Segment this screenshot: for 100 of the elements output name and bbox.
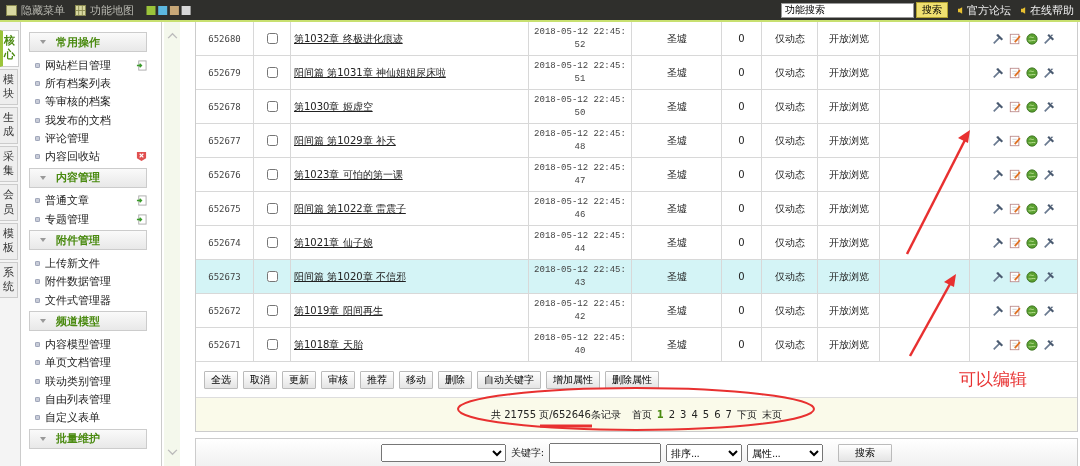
title-link[interactable]: 第1018章 天胎 bbox=[294, 337, 363, 352]
menu-group-title[interactable]: 常用操作 bbox=[56, 34, 100, 50]
row-checkbox[interactable] bbox=[266, 305, 278, 316]
page-link[interactable]: 下页 bbox=[736, 407, 757, 422]
menu-item[interactable]: 等审核的档案 bbox=[45, 94, 147, 110]
tools-icon[interactable] bbox=[992, 134, 1004, 147]
globe-icon[interactable] bbox=[1026, 100, 1038, 113]
table-row[interactable]: 652672 第1019章 阳间再生 2018-05-12 22:45:42 圣墟 0 仅动态 开放浏览 bbox=[196, 294, 1077, 328]
menu-item[interactable]: 所有档案列表 bbox=[45, 75, 147, 91]
table-row[interactable]: 652678 第1030章 姬虚空 2018-05-12 22:45:50 圣墟 0 仅动态 开放浏览 bbox=[196, 90, 1077, 124]
table-row[interactable]: 652673 阳间篇 第1020章 不信邪 2018-05-12 22:45:43 圣墟 0 仅动态 开放浏览 bbox=[196, 260, 1077, 294]
globe-icon[interactable] bbox=[1026, 134, 1038, 147]
edit-icon[interactable] bbox=[1009, 304, 1021, 317]
globe-icon[interactable] bbox=[1026, 32, 1038, 45]
tools-icon[interactable] bbox=[992, 202, 1004, 215]
menu-item[interactable]: 自由列表管理 bbox=[45, 391, 147, 407]
table-row[interactable]: 652677 阳间篇 第1029章 补天 2018-05-12 22:45:48 圣墟 0 仅动态 开放浏览 bbox=[196, 124, 1077, 158]
page-link[interactable]: 1 bbox=[656, 409, 664, 420]
page-link[interactable]: 7 bbox=[725, 409, 732, 420]
title-link[interactable]: 阳间篇 第1022章 雷震子 bbox=[294, 201, 406, 216]
menu-group-header[interactable]: 频道模型 bbox=[29, 311, 147, 332]
globe-icon[interactable] bbox=[1026, 270, 1038, 283]
title-link[interactable]: 第1023章 可怕的第一课 bbox=[294, 167, 403, 182]
action-button[interactable]: 推荐 bbox=[360, 370, 394, 389]
table-row[interactable]: 652671 第1018章 天胎 2018-05-12 22:45:40 圣墟 0 仅动态 开放浏览 bbox=[196, 328, 1077, 362]
title-link[interactable]: 阳间篇 第1020章 不信邪 bbox=[294, 269, 406, 284]
edit-icon[interactable] bbox=[1009, 100, 1021, 113]
action-button[interactable]: 自动关键字 bbox=[477, 370, 541, 389]
action-button[interactable]: 删除 bbox=[438, 370, 472, 389]
menu-group-title[interactable]: 批量维护 bbox=[56, 431, 100, 447]
side-tab[interactable]: 核心 bbox=[0, 30, 19, 67]
menu-item[interactable]: 附件数据管理 bbox=[45, 274, 147, 290]
tools-icon[interactable] bbox=[1043, 32, 1055, 45]
row-checkbox[interactable] bbox=[266, 169, 278, 180]
tools-icon[interactable] bbox=[1043, 134, 1055, 147]
menu-group-title[interactable]: 附件管理 bbox=[56, 232, 100, 248]
menu-item[interactable]: 普通文章 bbox=[45, 193, 136, 209]
title-link[interactable]: 阳间篇 第1031章 神仙姐姐尿床啦 bbox=[294, 65, 446, 80]
action-button[interactable]: 增加属性 bbox=[546, 370, 600, 389]
edit-icon[interactable] bbox=[1009, 66, 1021, 79]
edit-icon[interactable] bbox=[1009, 134, 1021, 147]
row-checkbox[interactable] bbox=[266, 33, 278, 44]
tools-icon[interactable] bbox=[1043, 270, 1055, 283]
tools-icon[interactable] bbox=[992, 338, 1004, 351]
row-checkbox[interactable] bbox=[266, 339, 278, 350]
menu-group-header[interactable]: 常用操作 bbox=[29, 32, 147, 52]
delete-icon[interactable] bbox=[136, 151, 147, 163]
menu-group-header[interactable]: 内容管理 bbox=[29, 167, 147, 188]
tools-icon[interactable] bbox=[992, 270, 1004, 283]
category-select[interactable] bbox=[380, 444, 506, 462]
function-search-field[interactable]: 功能搜索 bbox=[781, 2, 914, 18]
table-row[interactable]: 652674 第1021章 仙子娘 2018-05-12 22:45:44 圣墟 0 仅动态 开放浏览 bbox=[196, 226, 1077, 260]
tools-icon[interactable] bbox=[992, 100, 1004, 113]
action-button[interactable]: 移动 bbox=[399, 370, 433, 389]
title-link[interactable]: 第1030章 姬虚空 bbox=[294, 99, 373, 114]
menu-item[interactable]: 网站栏目管理 bbox=[45, 57, 136, 73]
table-row[interactable]: 652676 第1023章 可怕的第一课 2018-05-12 22:45:47 圣墟 0 仅动态 开放浏览 bbox=[196, 158, 1077, 192]
side-tab[interactable]: 模块 bbox=[0, 68, 18, 106]
title-link[interactable]: 第1019章 阳间再生 bbox=[294, 303, 383, 318]
top-link[interactable]: 隐藏菜单 bbox=[21, 2, 65, 18]
help-link[interactable]: 在线帮助 bbox=[1030, 2, 1074, 18]
menu-item[interactable]: 自定义表单 bbox=[45, 410, 147, 426]
globe-icon[interactable] bbox=[1026, 66, 1038, 79]
row-checkbox[interactable] bbox=[266, 237, 278, 248]
menu-item[interactable]: 内容模型管理 bbox=[45, 336, 147, 352]
tools-icon[interactable] bbox=[1043, 236, 1055, 249]
tools-icon[interactable] bbox=[992, 304, 1004, 317]
tools-icon[interactable] bbox=[1043, 100, 1055, 113]
row-checkbox[interactable] bbox=[266, 101, 278, 112]
tools-icon[interactable] bbox=[1043, 66, 1055, 79]
side-tab[interactable]: 系统 bbox=[0, 261, 18, 299]
title-link[interactable]: 阳间篇 第1029章 补天 bbox=[294, 133, 396, 148]
tools-icon[interactable] bbox=[992, 66, 1004, 79]
page-link[interactable]: 2 bbox=[668, 409, 676, 420]
add-icon[interactable] bbox=[136, 195, 147, 207]
tools-icon[interactable] bbox=[992, 168, 1004, 181]
table-row[interactable]: 652679 阳间篇 第1031章 神仙姐姐尿床啦 2018-05-12 22:45:51 圣墟 0 仅动态 开放浏览 bbox=[196, 56, 1077, 90]
menu-item[interactable]: 上传新文件 bbox=[45, 256, 147, 271]
add-icon[interactable] bbox=[136, 213, 147, 225]
edit-icon[interactable] bbox=[1009, 236, 1021, 249]
row-checkbox[interactable] bbox=[266, 271, 278, 282]
row-checkbox[interactable] bbox=[266, 135, 278, 146]
attribute-select[interactable]: 属性... bbox=[747, 444, 824, 462]
theme-swatches-icon[interactable] bbox=[144, 5, 194, 15]
sort-select[interactable]: 排序... bbox=[666, 444, 743, 462]
globe-icon[interactable] bbox=[1026, 304, 1038, 317]
side-tab[interactable]: 采集 bbox=[0, 145, 18, 183]
menu-group-header[interactable]: 批量维护 bbox=[29, 428, 147, 449]
search-button[interactable]: 搜索 bbox=[838, 444, 893, 462]
globe-icon[interactable] bbox=[1026, 202, 1038, 215]
menu-item[interactable]: 专题管理 bbox=[45, 211, 136, 227]
edit-icon[interactable] bbox=[1009, 338, 1021, 351]
tools-icon[interactable] bbox=[1043, 168, 1055, 181]
tools-icon[interactable] bbox=[1043, 338, 1055, 351]
edit-icon[interactable] bbox=[1009, 202, 1021, 215]
tools-icon[interactable] bbox=[992, 32, 1004, 45]
action-button[interactable]: 更新 bbox=[282, 370, 316, 389]
grid-icon[interactable] bbox=[75, 4, 86, 16]
side-tab[interactable]: 模板 bbox=[0, 222, 18, 260]
row-checkbox[interactable] bbox=[266, 203, 278, 214]
